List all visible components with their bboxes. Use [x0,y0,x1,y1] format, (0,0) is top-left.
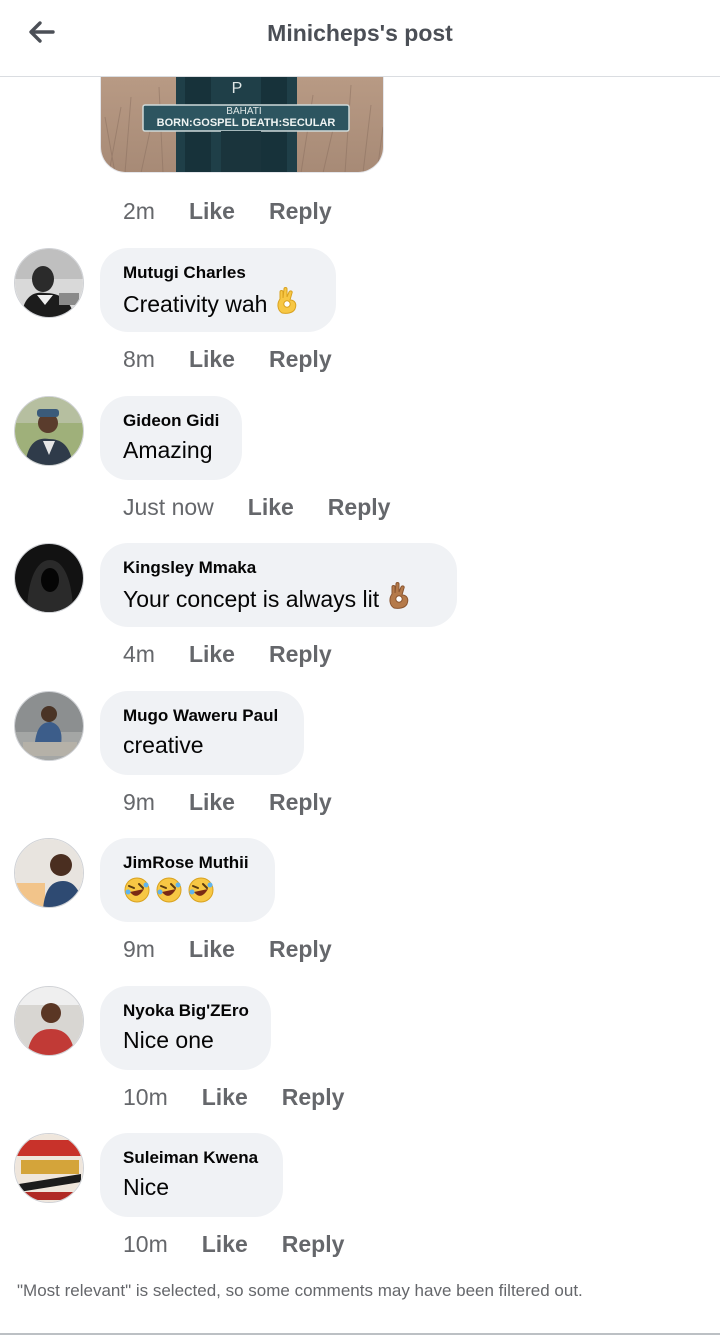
comment-time: Just now [123,493,214,520]
avatar-photo [15,544,83,612]
avatar[interactable] [14,986,84,1056]
comment-text-content: Creativity wah [123,291,268,317]
comment-text-content: Nice one [123,1027,214,1053]
like-button[interactable]: Like [189,198,235,225]
rofl-emoji-icon [123,876,215,904]
commenter-name[interactable]: Mutugi Charles [123,262,313,284]
comment-bubble: Nyoka Big'ZEro Nice one [100,986,271,1070]
comment-meta: 2m Like Reply [123,195,332,227]
comment-time: 4m [123,640,155,667]
avatar[interactable] [14,691,84,761]
reply-button[interactable]: Reply [269,198,332,225]
commenter-name[interactable]: Nyoka Big'ZEro [123,1000,249,1022]
divider [0,1333,720,1335]
like-button[interactable]: Like [248,494,294,521]
comment-bubble: Gideon Gidi Amazing [100,396,242,480]
reply-button[interactable]: Reply [269,789,332,816]
comment-bubble: Suleiman Kwena Nice [100,1133,283,1217]
like-button[interactable]: Like [189,346,235,373]
comment-text-content: Your concept is always lit [123,586,380,612]
comment-time: 9m [123,935,155,962]
svg-text:BAHATI: BAHATI [226,106,261,117]
comment-text-content: creative [123,732,204,758]
like-button[interactable]: Like [202,1084,248,1111]
avatar-photo [15,249,83,317]
comment-time: 2m [123,197,155,224]
reply-button[interactable]: Reply [269,936,332,963]
like-button[interactable]: Like [189,641,235,668]
like-button[interactable]: Like [202,1231,248,1258]
commenter-name[interactable]: Gideon Gidi [123,410,219,432]
comment-bubble: Mugo Waweru Paul creative [100,691,304,775]
ok-hand-emoji-icon [387,581,411,617]
comment-text: Nice [123,1171,260,1203]
comment-image[interactable]: P BAHATI BORN:GOSPEL DEATH:SECULAR [100,77,384,173]
avatar[interactable] [14,543,84,613]
like-button[interactable]: Like [189,789,235,816]
comment-meta: 10m Like Reply [123,1081,344,1113]
comment-time: 9m [123,788,155,815]
reply-button[interactable]: Reply [269,346,332,373]
avatar-photo [15,1134,83,1202]
comment-meta: 8m Like Reply [123,343,332,375]
comment-text: Amazing [123,434,219,466]
comment-time: 10m [123,1230,168,1257]
avatar-photo [15,397,83,465]
comment-meta: 9m Like Reply [123,933,332,965]
commenter-name[interactable]: Suleiman Kwena [123,1147,260,1169]
avatar[interactable] [14,1133,84,1203]
commenter-name[interactable]: JimRose Muthii [123,852,252,874]
commenter-name[interactable]: Mugo Waweru Paul [123,705,281,727]
comment-text: creative [123,729,281,761]
reply-button[interactable]: Reply [269,641,332,668]
ok-hand-emoji-icon [275,286,299,322]
comment-text [123,876,252,904]
avatar[interactable] [14,838,84,908]
avatar[interactable] [14,396,84,466]
reply-button[interactable]: Reply [282,1084,345,1111]
avatar-photo [15,692,83,760]
comment-photo: P BAHATI BORN:GOSPEL DEATH:SECULAR [101,77,383,172]
top-bar: Minicheps's post [0,0,720,77]
svg-text:P: P [232,80,243,97]
comment-time: 8m [123,345,155,372]
filter-notice: "Most relevant" is selected, so some com… [17,1281,583,1300]
commenter-name[interactable]: Kingsley Mmaka [123,557,434,579]
comment-meta: Just now Like Reply [123,491,390,523]
comment-bubble: JimRose Muthii [100,838,275,922]
comment-text-content: Amazing [123,437,213,463]
avatar-photo [15,987,83,1055]
reply-button[interactable]: Reply [328,494,391,521]
comment-text-content: Nice [123,1174,170,1200]
comment-meta: 10m Like Reply [123,1228,344,1260]
comment-text: Creativity wah [123,286,313,322]
comment-bubble: Kingsley Mmaka Your concept is always li… [100,543,457,627]
comment-text: Nice one [123,1024,248,1056]
svg-text:BORN:GOSPEL DEATH:SECULAR: BORN:GOSPEL DEATH:SECULAR [157,117,336,129]
comment-time: 10m [123,1083,168,1110]
page-title: Minicheps's post [267,20,453,46]
reply-button[interactable]: Reply [282,1231,345,1258]
avatar[interactable] [14,248,84,318]
comment-meta: 4m Like Reply [123,638,332,670]
comment-bubble: Mutugi Charles Creativity wah [100,248,336,332]
like-button[interactable]: Like [189,936,235,963]
avatar-photo [15,839,83,907]
comment-text: Your concept is always lit [123,581,434,617]
comment-meta: 9m Like Reply [123,786,332,818]
